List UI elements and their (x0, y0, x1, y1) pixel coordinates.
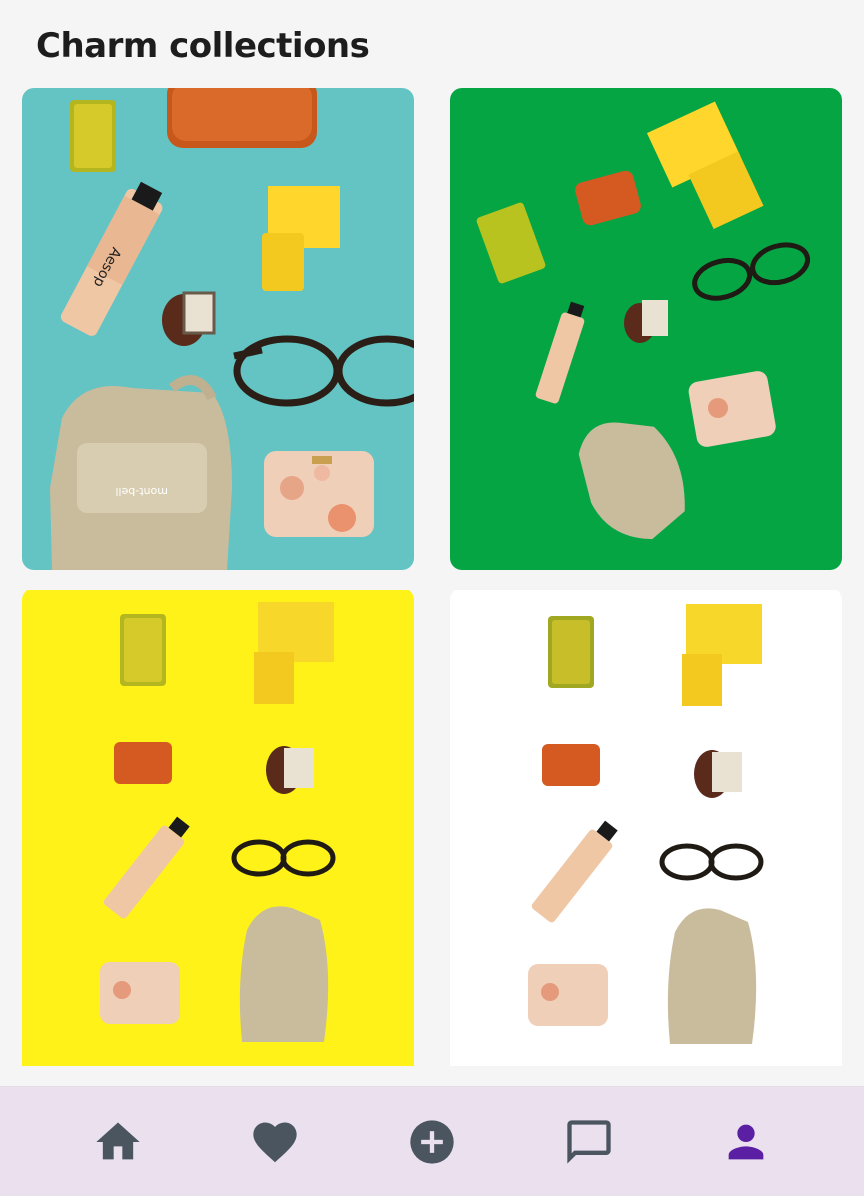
collection-card-green[interactable] (450, 88, 842, 570)
collection-card-teal[interactable]: Aesop mont-bell (22, 88, 414, 570)
bottom-navigation (0, 1086, 864, 1196)
add-icon (410, 1119, 454, 1164)
svg-text:mont-bell: mont-bell (115, 485, 168, 498)
collection-card-white[interactable] (450, 588, 842, 1066)
nav-add[interactable] (400, 1110, 464, 1174)
profile-icon (728, 1124, 763, 1159)
collection-image-teal: Aesop mont-bell (22, 88, 414, 570)
heart-icon (253, 1122, 297, 1162)
home-icon (96, 1122, 141, 1159)
nav-home[interactable] (86, 1110, 150, 1174)
collection-image-white (450, 590, 842, 1066)
nav-favorites[interactable] (243, 1110, 307, 1174)
collection-card-yellow[interactable] (22, 588, 414, 1066)
chat-icon (567, 1119, 611, 1164)
collection-image-yellow (22, 590, 414, 1066)
page-title: Charm collections (36, 26, 370, 66)
nav-messages[interactable] (557, 1110, 621, 1174)
nav-profile[interactable] (714, 1110, 778, 1174)
collection-image-green (450, 88, 842, 570)
